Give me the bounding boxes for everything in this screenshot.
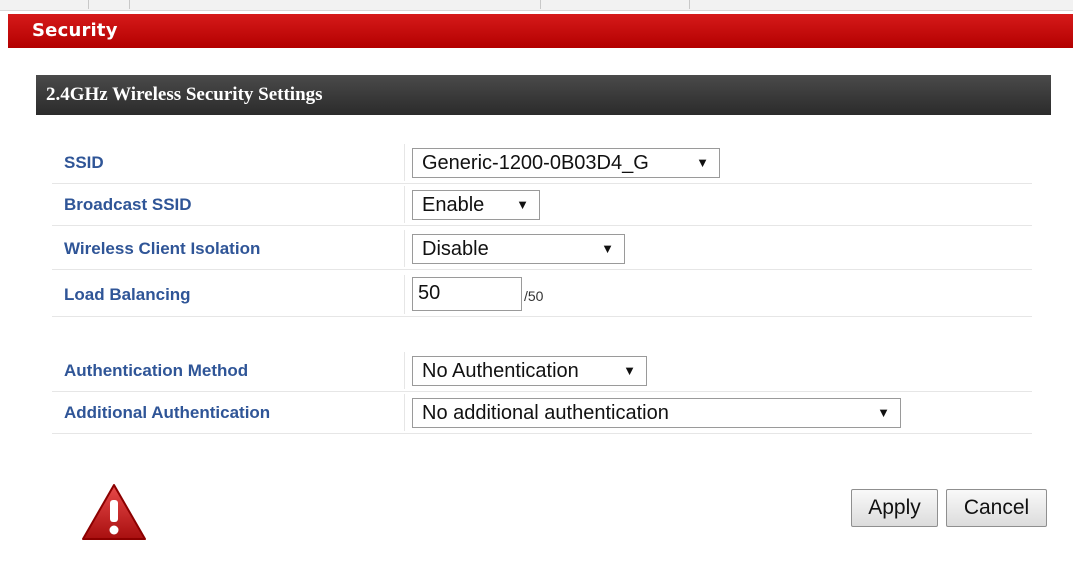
load-balancing-input[interactable]: 50 xyxy=(412,277,522,311)
panel-title: 2.4GHz Wireless Security Settings xyxy=(46,84,323,105)
auth-method-select-value: No Authentication xyxy=(422,360,579,382)
broadcast-ssid-row: Broadcast SSID Enable ▼ xyxy=(52,184,1032,226)
row-divider xyxy=(404,352,405,389)
load-balancing-max: /50 xyxy=(524,288,544,304)
warning-triangle-icon xyxy=(80,482,148,542)
tab-edge xyxy=(540,0,690,9)
load-balancing-row: Load Balancing 50 /50 xyxy=(52,273,1032,317)
row-divider xyxy=(404,230,405,267)
section-title: Security xyxy=(32,20,118,41)
broadcast-ssid-select-value: Enable xyxy=(422,194,485,216)
row-divider xyxy=(404,394,405,431)
section-title-bar: Security xyxy=(8,14,1073,48)
ssid-row: SSID Generic-1200-0B03D4_G ▼ xyxy=(52,142,1032,184)
dropdown-arrow-icon: ▼ xyxy=(516,197,529,212)
ssid-select[interactable]: Generic-1200-0B03D4_G ▼ xyxy=(412,148,720,178)
row-divider xyxy=(404,186,405,223)
broadcast-ssid-label: Broadcast SSID xyxy=(64,195,192,214)
auth-method-row: Authentication Method No Authentication … xyxy=(52,350,1032,392)
additional-auth-select-value: No additional authentication xyxy=(422,402,669,424)
additional-auth-select[interactable]: No additional authentication ▼ xyxy=(412,398,901,428)
tab-edge xyxy=(88,0,130,9)
row-divider xyxy=(404,144,405,181)
auth-method-select[interactable]: No Authentication ▼ xyxy=(412,356,647,386)
top-tab-strip xyxy=(0,0,1073,11)
client-isolation-select[interactable]: Disable ▼ xyxy=(412,234,625,264)
additional-auth-row: Additional Authentication No additional … xyxy=(52,392,1032,434)
client-isolation-select-value: Disable xyxy=(422,238,489,260)
row-divider xyxy=(404,275,405,314)
load-balancing-label: Load Balancing xyxy=(64,285,191,304)
dropdown-arrow-icon: ▼ xyxy=(623,363,636,378)
broadcast-ssid-select[interactable]: Enable ▼ xyxy=(412,190,540,220)
ssid-label: SSID xyxy=(64,153,104,172)
client-isolation-row: Wireless Client Isolation Disable ▼ xyxy=(52,228,1032,270)
apply-button[interactable]: Apply xyxy=(851,489,938,527)
dropdown-arrow-icon: ▼ xyxy=(877,405,890,420)
client-isolation-label: Wireless Client Isolation xyxy=(64,239,261,258)
dropdown-arrow-icon: ▼ xyxy=(696,155,709,170)
auth-method-label: Authentication Method xyxy=(64,361,249,380)
panel-header: 2.4GHz Wireless Security Settings xyxy=(36,75,1051,115)
dropdown-arrow-icon: ▼ xyxy=(601,241,614,256)
cancel-button[interactable]: Cancel xyxy=(946,489,1047,527)
ssid-select-value: Generic-1200-0B03D4_G xyxy=(422,152,649,174)
additional-auth-label: Additional Authentication xyxy=(64,403,271,422)
